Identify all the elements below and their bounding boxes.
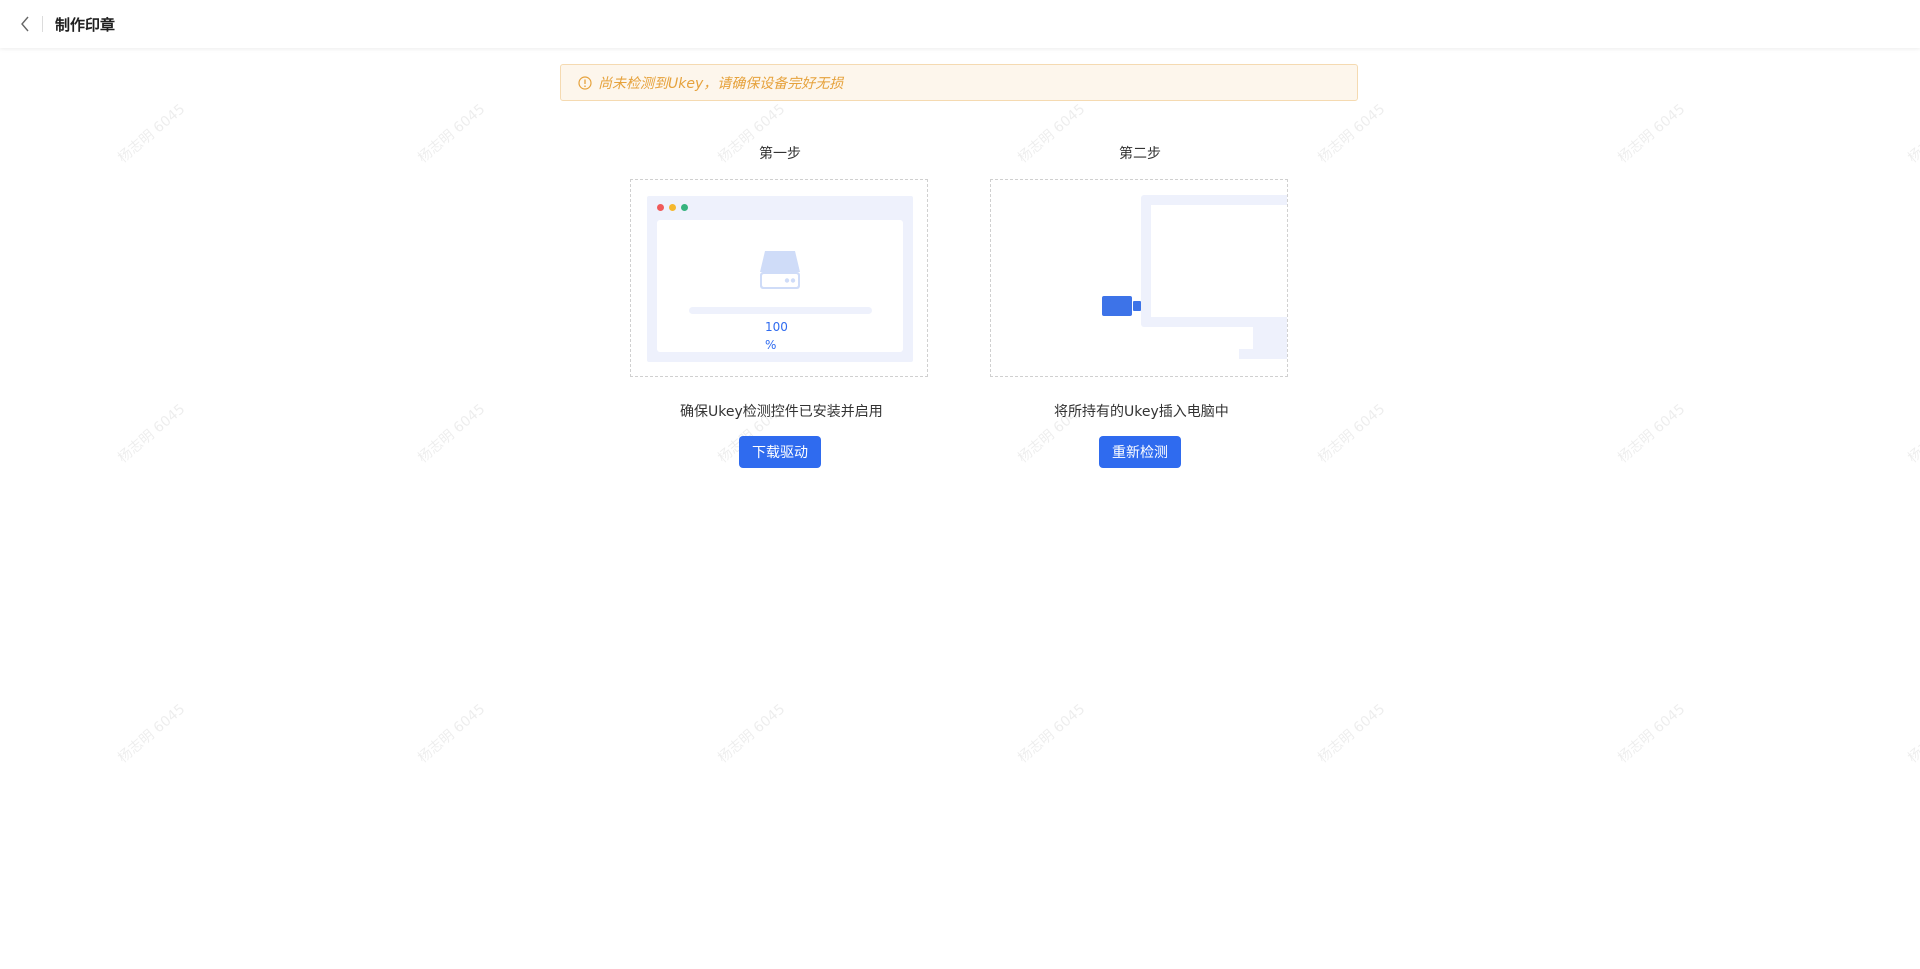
watermark-text: 杨志明 6045 xyxy=(115,701,189,767)
computer-monitor-icon xyxy=(1141,195,1287,359)
percent-sign: % xyxy=(765,338,777,352)
step-1-title: 第一步 xyxy=(759,146,801,162)
watermark-text: 杨志明 6045 xyxy=(715,701,789,767)
window-minimize-dot xyxy=(669,204,676,211)
percent-value: 100 xyxy=(765,320,788,334)
progress-percent: 100 % xyxy=(765,318,788,354)
back-button[interactable] xyxy=(16,15,34,33)
header-divider xyxy=(42,16,43,32)
watermark-text: 杨志明 6045 xyxy=(1015,701,1089,767)
watermark-text: 杨志明 6045 xyxy=(115,401,189,467)
window-content: 100 % xyxy=(657,220,903,352)
page-title: 制作印章 xyxy=(55,15,116,34)
watermark-text: 杨志明 6045 xyxy=(1615,701,1689,767)
step-2-illustration xyxy=(990,179,1288,377)
hard-drive-icon xyxy=(760,251,800,289)
download-driver-button[interactable]: 下载驱动 xyxy=(739,436,821,468)
watermark-text: 杨志明 6045 xyxy=(115,101,189,167)
redetect-button[interactable]: 重新检测 xyxy=(1099,436,1181,468)
watermark-text: 杨志明 6045 xyxy=(1905,401,1920,467)
window-maximize-dot xyxy=(681,204,688,211)
step-2-title: 第二步 xyxy=(1119,146,1161,162)
watermark-text: 杨志明 6045 xyxy=(415,101,489,167)
page-header: 制作印章 xyxy=(0,0,1920,48)
info-circle-icon xyxy=(578,75,592,90)
watermark-text: 杨志明 6045 xyxy=(1015,101,1089,167)
window-close-dot xyxy=(657,204,664,211)
alert-message: 尚未检测到Ukey，请确保设备完好无损 xyxy=(598,75,844,92)
usb-key-icon xyxy=(1102,296,1141,316)
watermark-text: 杨志明 6045 xyxy=(1315,401,1389,467)
watermark-text: 杨志明 6045 xyxy=(1905,701,1920,767)
watermark-text: 杨志明 6045 xyxy=(1615,401,1689,467)
watermark-text: 杨志明 6045 xyxy=(1905,101,1920,167)
watermark-text: 杨志明 6045 xyxy=(1615,101,1689,167)
warning-alert: 尚未检测到Ukey，请确保设备完好无损 xyxy=(560,64,1358,101)
watermark-text: 杨志明 6045 xyxy=(1315,101,1389,167)
chevron-left-icon xyxy=(21,16,29,32)
watermark-text: 杨志明 6045 xyxy=(415,701,489,767)
progress-bar xyxy=(689,307,872,314)
step-2-description: 将所持有的Ukey插入电脑中 xyxy=(1054,404,1229,420)
watermark-layer: 杨志明 6045 杨志明 6045 杨志明 6045 杨志明 6045 杨志明 6045… xyxy=(0,48,1920,969)
step-1-description: 确保Ukey检测控件已安装并启用 xyxy=(680,404,883,420)
browser-window-illustration: 100 % xyxy=(647,196,913,362)
step-1-illustration: 100 % xyxy=(630,179,928,377)
watermark-text: 杨志明 6045 xyxy=(415,401,489,467)
watermark-text: 杨志明 6045 xyxy=(1315,701,1389,767)
